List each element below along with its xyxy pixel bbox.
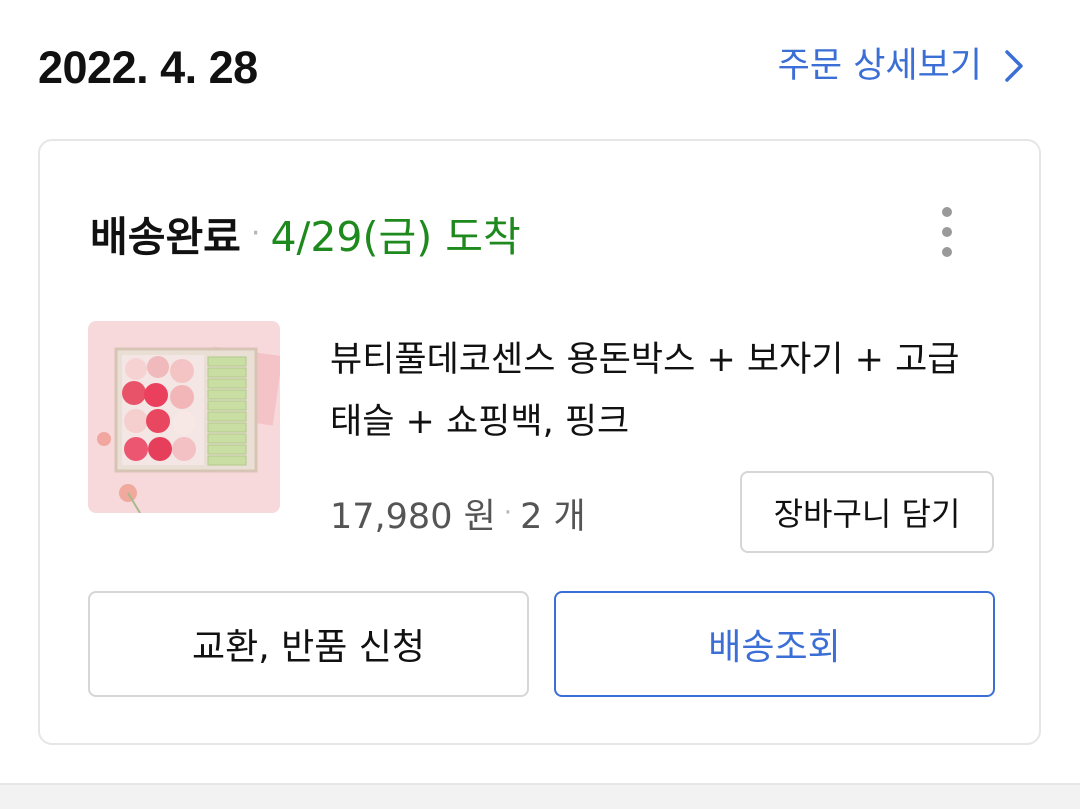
order-header: 2022. 4. 28 주문 상세보기 xyxy=(0,0,1080,130)
price-separator: · xyxy=(503,498,513,528)
product-price: 17,980 원 xyxy=(330,496,496,537)
order-card: 배송완료 · 4/29(금) 도착 뷰티풀데코센스 용돈박스 + 보자기 + 고… xyxy=(38,139,1041,745)
product-image xyxy=(88,321,280,513)
delivery-tracking-button[interactable]: 배송조회 xyxy=(554,591,995,697)
section-divider xyxy=(0,783,1080,809)
status-separator: · xyxy=(250,215,261,251)
product-quantity: 2 개 xyxy=(520,496,586,537)
order-detail-link[interactable]: 주문 상세보기 xyxy=(778,40,1024,92)
more-vertical-icon[interactable] xyxy=(935,207,959,257)
delivery-status: 배송완료 xyxy=(90,213,241,261)
order-date: 2022. 4. 28 xyxy=(38,42,258,93)
exchange-return-button[interactable]: 교환, 반품 신청 xyxy=(88,591,529,697)
arrival-date: 4/29(금) 도착 xyxy=(270,213,521,261)
order-detail-label: 주문 상세보기 xyxy=(777,46,982,86)
product-thumbnail[interactable] xyxy=(88,321,280,513)
price-row: 17,980 원 · 2 개 xyxy=(330,485,586,541)
delivery-status-row: 배송완료 · 4/29(금) 도착 xyxy=(90,203,521,263)
chevron-right-icon xyxy=(1005,50,1023,82)
product-name[interactable]: 뷰티풀데코센스 용돈박스 + 보자기 + 고급 태슬 + 쇼핑백, 핑크 xyxy=(330,329,1010,453)
add-to-cart-button[interactable]: 장바구니 담기 xyxy=(740,471,994,553)
